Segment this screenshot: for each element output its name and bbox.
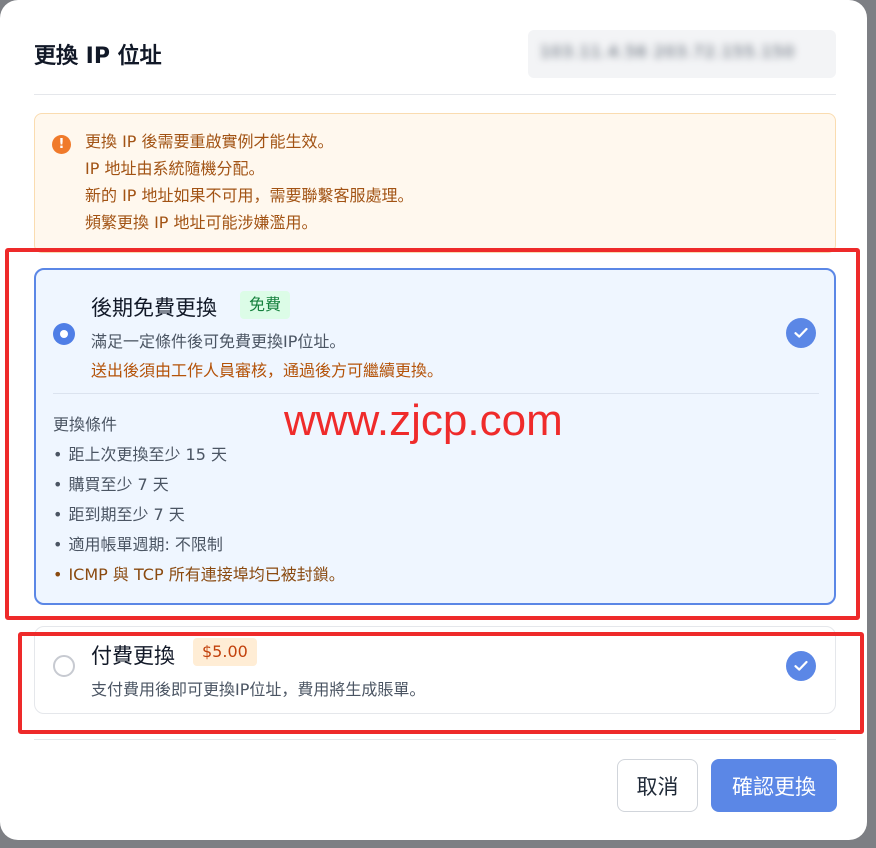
header-divider: [34, 94, 836, 95]
notice-line: IP 地址由系統隨機分配。: [85, 159, 265, 178]
notice-line: 更換 IP 後需要重啟實例才能生效。: [85, 132, 334, 151]
notice-line: 頻繁更換 IP 地址可能涉嫌濫用。: [85, 213, 318, 232]
highlight-box-free-option: [5, 248, 860, 620]
highlight-box-paid-option: [18, 632, 864, 734]
confirm-change-button[interactable]: 確認更換: [711, 759, 837, 812]
footer-divider: [34, 739, 836, 740]
warning-notice: ! 更換 IP 後需要重啟實例才能生效。 IP 地址由系統隨機分配。 新的 IP…: [34, 113, 836, 253]
cancel-button[interactable]: 取消: [617, 759, 698, 812]
notice-lines: 更換 IP 後需要重啟實例才能生效。 IP 地址由系統隨機分配。 新的 IP 地…: [85, 128, 414, 236]
dialog-title: 更換 IP 位址: [34, 44, 162, 69]
ip-address-text: 103.11.4.56 203.72.155.150: [540, 42, 796, 61]
ip-address-display: 103.11.4.56 203.72.155.150: [528, 30, 836, 78]
exclamation-icon: !: [52, 135, 71, 154]
notice-line: 新的 IP 地址如果不可用，需要聯繫客服處理。: [85, 186, 414, 205]
